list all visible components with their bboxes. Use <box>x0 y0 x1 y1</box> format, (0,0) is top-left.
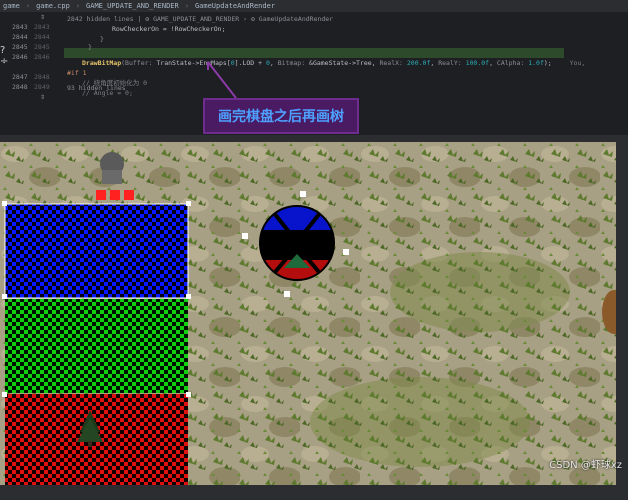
env-map-sphere <box>259 205 335 281</box>
question-icon: ? <box>0 45 6 56</box>
code-line-drawbitmap: DrawBitMap(Buffer: TranState->EnvMaps[0]… <box>82 59 586 67</box>
game-viewport <box>0 142 616 485</box>
code-line: } <box>88 43 92 51</box>
breadcrumb-item-project[interactable]: game <box>3 2 20 10</box>
line-number: 2846 2846 <box>12 53 50 61</box>
code-line: } <box>100 35 104 43</box>
line-number: 2845 2845 <box>12 43 50 51</box>
breadcrumb-separator: › <box>75 2 81 10</box>
footer-bar <box>0 485 628 500</box>
line-number: 2848 2849 <box>12 83 50 91</box>
breadcrumb-item-function[interactable]: GameUpdateAndRender <box>195 2 275 10</box>
line-number: 2843 2843 <box>12 23 50 31</box>
checker-board-blue <box>4 203 189 299</box>
code-area[interactable]: 2842 hidden lines | ⚙ GAME_UPDATE_AND_RE… <box>64 12 585 97</box>
watermark: CSDN @虾球xz <box>549 460 622 471</box>
annotation-callout: 画完棋盘之后再画树 <box>203 98 359 134</box>
breadcrumb-item-file[interactable]: game.cpp <box>36 2 70 10</box>
breadcrumb-separator: › <box>184 2 189 10</box>
hidden-lines-summary[interactable]: 2842 hidden lines | ⚙ GAME_UPDATE_AND_RE… <box>67 14 333 24</box>
breadcrumb: game › game.cpp › GAME_UPDATE_AND_RENDER… <box>0 0 628 12</box>
breadcrumb-item-macro[interactable]: GAME_UPDATE_AND_RENDER <box>86 2 179 10</box>
line-number: 2847 2848 <box>12 73 50 81</box>
side-marks: ? ÷ <box>0 45 12 75</box>
right-panel-edge <box>616 142 628 485</box>
code-line: RowCheckerOn = !RowCheckerOn; <box>112 25 226 33</box>
divide-icon: ÷ <box>0 56 9 67</box>
callout-arrow-icon <box>207 61 237 98</box>
breadcrumb-separator: › <box>25 2 31 10</box>
game-scene <box>0 142 616 485</box>
code-line-preprocessor: #if 1 <box>67 69 87 77</box>
checker-board-green <box>5 299 188 393</box>
line-number: 2844 2844 <box>12 33 50 41</box>
hidden-lines-bottom[interactable]: 93 hidden lines <box>67 84 126 94</box>
